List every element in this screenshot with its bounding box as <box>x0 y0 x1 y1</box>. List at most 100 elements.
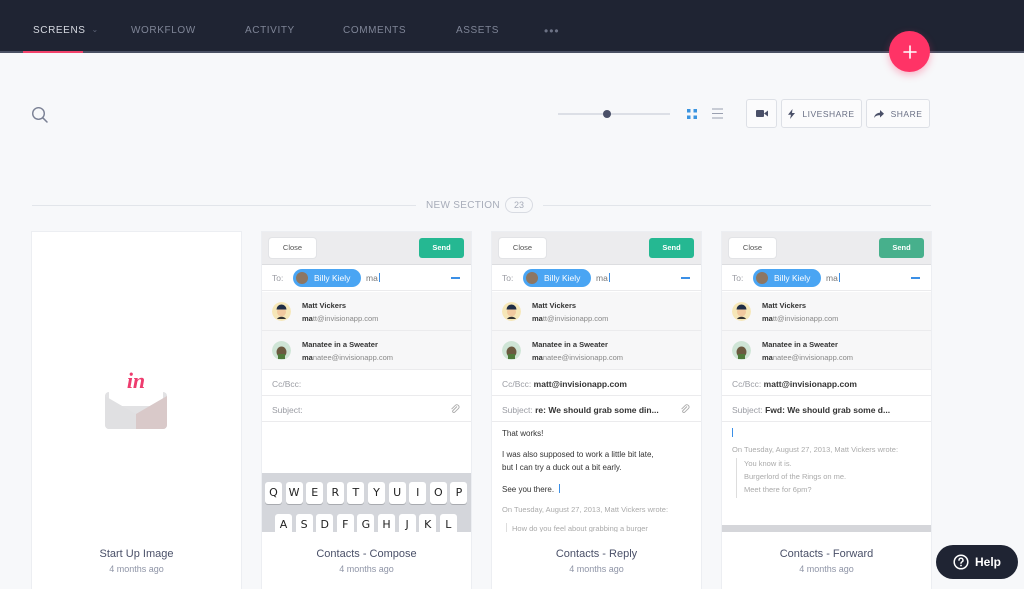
recipient-chip: Billy Kiely <box>753 269 821 287</box>
typed-text: ma <box>826 273 840 283</box>
more-menu-icon[interactable]: ••• <box>544 24 560 38</box>
mail-close: Close <box>269 238 316 258</box>
svg-text:in: in <box>127 368 145 393</box>
keyboard: QWERTYUIOP ASDFGHJKL <box>262 473 471 532</box>
suggestion-item: Manatee in a Sweater manatee@invisionapp… <box>722 331 931 370</box>
typed-value: ma <box>596 273 608 283</box>
suggestion-item: Manatee in a Sweater manatee@invisionapp… <box>492 331 701 370</box>
screen-timestamp: 4 months ago <box>339 564 394 574</box>
keyboard-key: P <box>450 482 468 504</box>
subject-label: Subject: re: We should grab some din... <box>502 405 659 415</box>
keyboard-key: O <box>429 482 447 504</box>
mail-header: Close Send <box>262 232 471 265</box>
keyboard-key: D <box>316 514 334 532</box>
keyboard-key: K <box>419 514 437 532</box>
quote-line: How do you feel about grabbing a burger <box>512 524 648 532</box>
suggestion-name: Matt Vickers <box>302 301 347 310</box>
keyboard-key: H <box>378 514 395 532</box>
subject-field: Subject: re: We should grab some din... <box>492 396 701 422</box>
screen-timestamp: 4 months ago <box>799 564 854 574</box>
keyboard-key: L <box>439 514 457 532</box>
mail-app-logo-icon: in <box>105 364 167 429</box>
quote-header: On Tuesday, August 27, 2013, Matt Vicker… <box>502 505 669 514</box>
typed-value: ma <box>826 273 838 283</box>
avatar <box>756 272 768 284</box>
section-title[interactable]: NEW SECTION <box>426 200 500 211</box>
suggestion-email: matt@invisionapp.com <box>302 314 379 323</box>
screen-thumbnail: in Mail by InVision <box>32 232 241 532</box>
help-button[interactable]: Help <box>936 545 1018 579</box>
chevron-down-icon: ⌄ <box>91 25 99 34</box>
plus-icon <box>902 44 917 59</box>
quote-line: Meet there for 6pm? <box>744 485 812 494</box>
quote-header: On Tuesday, August 27, 2013, Matt Vicker… <box>732 445 899 454</box>
screen-card-forward[interactable]: Close Send To: Billy Kiely ma Matt Vicke… <box>722 232 931 589</box>
avatar <box>732 341 751 360</box>
screen-card-startup[interactable]: in Mail by InVision Start Up Image 4 mon… <box>32 232 241 589</box>
subject-label: Subject: <box>272 405 303 415</box>
ccbcc-field: Cc/Bcc: <box>262 370 471 396</box>
chip-name: Billy Kiely <box>314 273 351 283</box>
suggestion-email: manatee@invisionapp.com <box>302 353 394 362</box>
add-screen-button[interactable] <box>889 31 930 72</box>
zoom-slider-handle[interactable] <box>603 110 612 118</box>
help-label: Help <box>974 555 1001 569</box>
screen-title[interactable]: Start Up Image <box>32 548 241 560</box>
top-nav: SCREENS ⌄ WORKFLOW ACTIVITY COMMENTS ASSE… <box>0 0 1024 53</box>
grid-view-icon[interactable] <box>687 109 697 119</box>
ccbcc-label: Cc/Bcc: <box>272 379 302 389</box>
keyboard-key: J <box>398 514 416 532</box>
screen-thumbnail: Close Send To: Billy Kiely ma Matt Vicke… <box>262 232 471 532</box>
quote-line: Burgerlord of the Rings on me. <box>744 472 847 481</box>
keyboard-key: I <box>409 482 427 504</box>
screen-title[interactable]: Contacts - Forward <box>722 548 931 560</box>
to-field: To: Billy Kiely ma <box>722 265 931 291</box>
body-line: I was also supposed to work a little bit… <box>502 450 654 459</box>
ccbcc-field: Cc/Bcc: matt@invisionapp.com <box>722 370 931 396</box>
avatar <box>272 341 291 360</box>
keyboard-key: W <box>285 482 303 504</box>
liveshare-button[interactable]: LIVESHARE <box>781 99 862 128</box>
suggestion-name: Matt Vickers <box>532 301 577 310</box>
avatar <box>502 341 521 360</box>
chip-name: Billy Kiely <box>544 273 581 283</box>
record-video-button[interactable] <box>746 99 777 128</box>
keyboard-key: T <box>347 482 365 504</box>
screen-title[interactable]: Contacts - Compose <box>262 548 471 560</box>
screen-title[interactable]: Contacts - Reply <box>492 548 701 560</box>
section-divider-left <box>32 205 416 206</box>
search-icon[interactable] <box>31 106 49 124</box>
zoom-slider-track[interactable] <box>558 113 670 115</box>
list-view-icon[interactable] <box>712 108 723 119</box>
tab-screens[interactable]: SCREENS ⌄ <box>33 25 99 36</box>
paperclip-icon <box>451 404 460 413</box>
minus-icon <box>911 277 920 279</box>
keyboard-key: G <box>357 514 375 532</box>
screen-timestamp: 4 months ago <box>569 564 624 574</box>
tab-workflow[interactable]: WORKFLOW <box>131 25 196 36</box>
mail-send: Send <box>879 238 924 258</box>
keyboard-edge <box>722 525 931 532</box>
recipient-chip: Billy Kiely <box>523 269 591 287</box>
question-circle-icon <box>953 554 969 570</box>
recipient-chip: Billy Kiely <box>293 269 361 287</box>
to-field: To: Billy Kiely ma <box>262 265 471 291</box>
tab-activity[interactable]: ACTIVITY <box>245 25 295 36</box>
suggestion-name: Manatee in a Sweater <box>762 340 838 349</box>
keyboard-key: U <box>388 482 406 504</box>
body-line: See you there. <box>502 484 560 494</box>
share-button[interactable]: SHARE <box>866 99 930 128</box>
tab-assets[interactable]: ASSETS <box>456 25 499 36</box>
screen-card-compose[interactable]: Close Send To: Billy Kiely ma Matt Vicke… <box>262 232 471 589</box>
ccbcc-label: Cc/Bcc: matt@invisionapp.com <box>502 379 627 389</box>
keyboard-key: R <box>326 482 344 504</box>
suggestion-email: manatee@invisionapp.com <box>532 353 624 362</box>
suggestion-item: Matt Vickers matt@invisionapp.com <box>492 292 701 331</box>
mail-header: Close Send <box>722 232 931 265</box>
lightning-icon <box>788 108 796 119</box>
screen-card-reply[interactable]: Close Send To: Billy Kiely ma Matt Vicke… <box>492 232 701 589</box>
tab-comments[interactable]: COMMENTS <box>343 25 406 36</box>
video-camera-icon <box>755 110 768 117</box>
typed-text: ma <box>366 273 380 283</box>
typed-text: ma <box>596 273 610 283</box>
